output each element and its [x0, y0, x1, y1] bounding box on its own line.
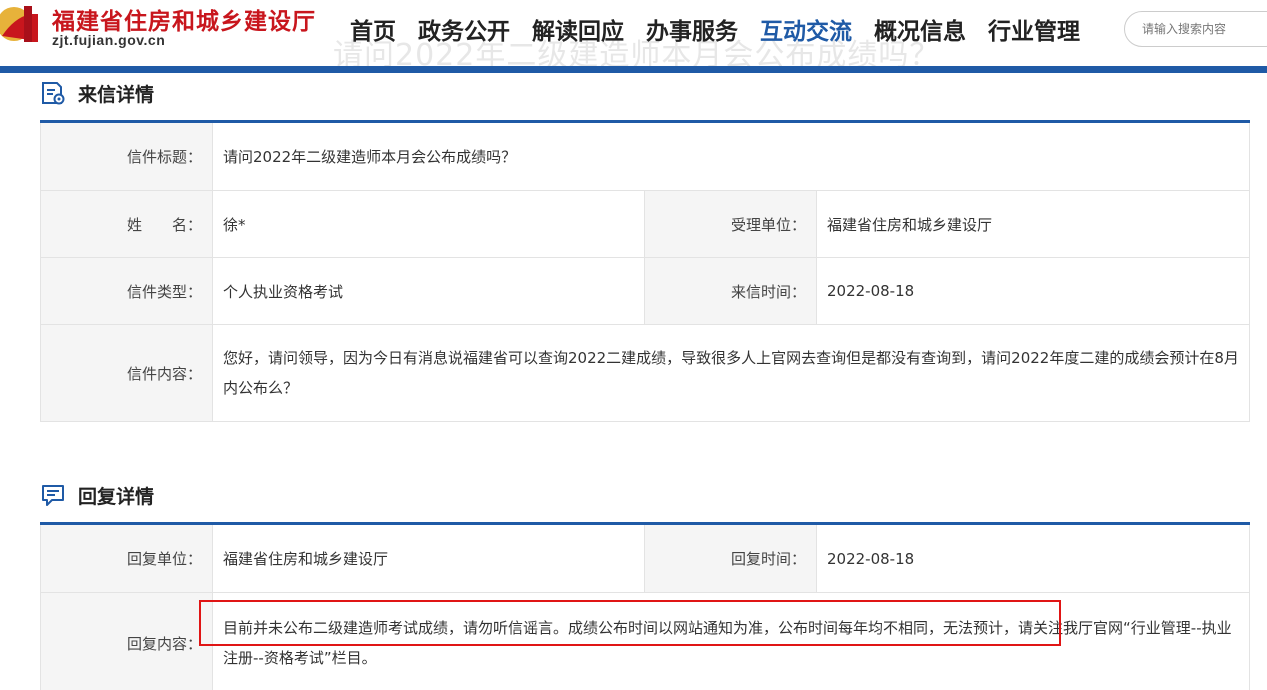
reply-unit-value: 福建省住房和城乡建设厅: [213, 525, 645, 592]
reply-table: 回复单位： 福建省住房和城乡建设厅 回复时间： 2022-08-18 回复内容：…: [40, 525, 1250, 690]
letter-title-label: 信件标题：: [41, 123, 213, 190]
letter-detail-icon: [42, 82, 65, 105]
reply-section-heading: 回复详情: [40, 480, 154, 510]
table-row: 回复单位： 福建省住房和城乡建设厅 回复时间： 2022-08-18: [41, 525, 1249, 593]
table-row: 信件类型： 个人执业资格考试 来信时间： 2022-08-18: [41, 258, 1249, 325]
site-header: 福建省住房和城乡建设厅 zjt.fujian.gov.cn 请问2022年二级建…: [0, 0, 1267, 73]
site-logo[interactable]: 福建省住房和城乡建设厅 zjt.fujian.gov.cn: [0, 0, 315, 66]
letter-dept-value: 福建省住房和城乡建设厅: [817, 191, 1249, 257]
letter-dept-label: 受理单位：: [645, 191, 817, 257]
reply-detail-icon: [42, 485, 64, 506]
reply-content-label: 回复内容：: [41, 593, 213, 690]
nav-item-services[interactable]: 办事服务: [646, 12, 738, 46]
reply-content-value: 目前并未公布二级建造师考试成绩，请勿听信谣言。成绩公布时间以网站通知为准，公布时…: [213, 593, 1249, 690]
search-box: [1124, 11, 1267, 47]
nav-item-industry[interactable]: 行业管理: [988, 12, 1080, 46]
letter-time-label: 来信时间：: [645, 258, 817, 324]
letter-type-label: 信件类型：: [41, 258, 213, 324]
letter-section-title: 来信详情: [78, 83, 155, 106]
letter-name-label: 姓 名：: [41, 191, 213, 257]
table-row: 回复内容： 目前并未公布二级建造师考试成绩，请勿听信谣言。成绩公布时间以网站通知…: [41, 593, 1249, 690]
nav-item-interaction[interactable]: 互动交流: [760, 12, 852, 46]
letter-title-value: 请问2022年二级建造师本月会公布成绩吗？: [213, 123, 1249, 190]
letter-content-value: 您好，请问领导，因为今日有消息说福建省可以查询2022二建成绩，导致很多人上官网…: [213, 325, 1249, 421]
nav-item-gov-affairs[interactable]: 政务公开: [418, 12, 510, 46]
reply-section-title: 回复详情: [78, 485, 155, 508]
table-row: 姓 名： 徐* 受理单位： 福建省住房和城乡建设厅: [41, 191, 1249, 258]
nav-item-overview[interactable]: 概况信息: [874, 12, 966, 46]
reply-time-value: 2022-08-18: [817, 525, 1249, 592]
site-title: 福建省住房和城乡建设厅: [52, 8, 316, 35]
nav-item-interpretation[interactable]: 解读回应: [532, 12, 624, 46]
letter-type-value: 个人执业资格考试: [213, 258, 645, 324]
table-row: 信件标题： 请问2022年二级建造师本月会公布成绩吗？: [41, 123, 1249, 191]
letter-time-value: 2022-08-18: [817, 258, 1249, 324]
main-nav: 首页 政务公开 解读回应 办事服务 互动交流 概况信息 行业管理: [350, 12, 1102, 46]
header-divider: [0, 66, 1267, 73]
site-url: zjt.fujian.gov.cn: [52, 32, 166, 48]
reply-time-label: 回复时间：: [645, 525, 817, 592]
letter-section-heading: 来信详情: [40, 78, 154, 108]
nav-item-home[interactable]: 首页: [350, 12, 396, 46]
letter-name-value: 徐*: [213, 191, 645, 257]
search-input[interactable]: [1142, 12, 1267, 46]
emblem-icon: [0, 6, 38, 42]
letter-content-label: 信件内容：: [41, 325, 213, 421]
reply-unit-label: 回复单位：: [41, 525, 213, 592]
letter-table: 信件标题： 请问2022年二级建造师本月会公布成绩吗？ 姓 名： 徐* 受理单位…: [40, 123, 1250, 422]
table-row: 信件内容： 您好，请问领导，因为今日有消息说福建省可以查询2022二建成绩，导致…: [41, 325, 1249, 422]
